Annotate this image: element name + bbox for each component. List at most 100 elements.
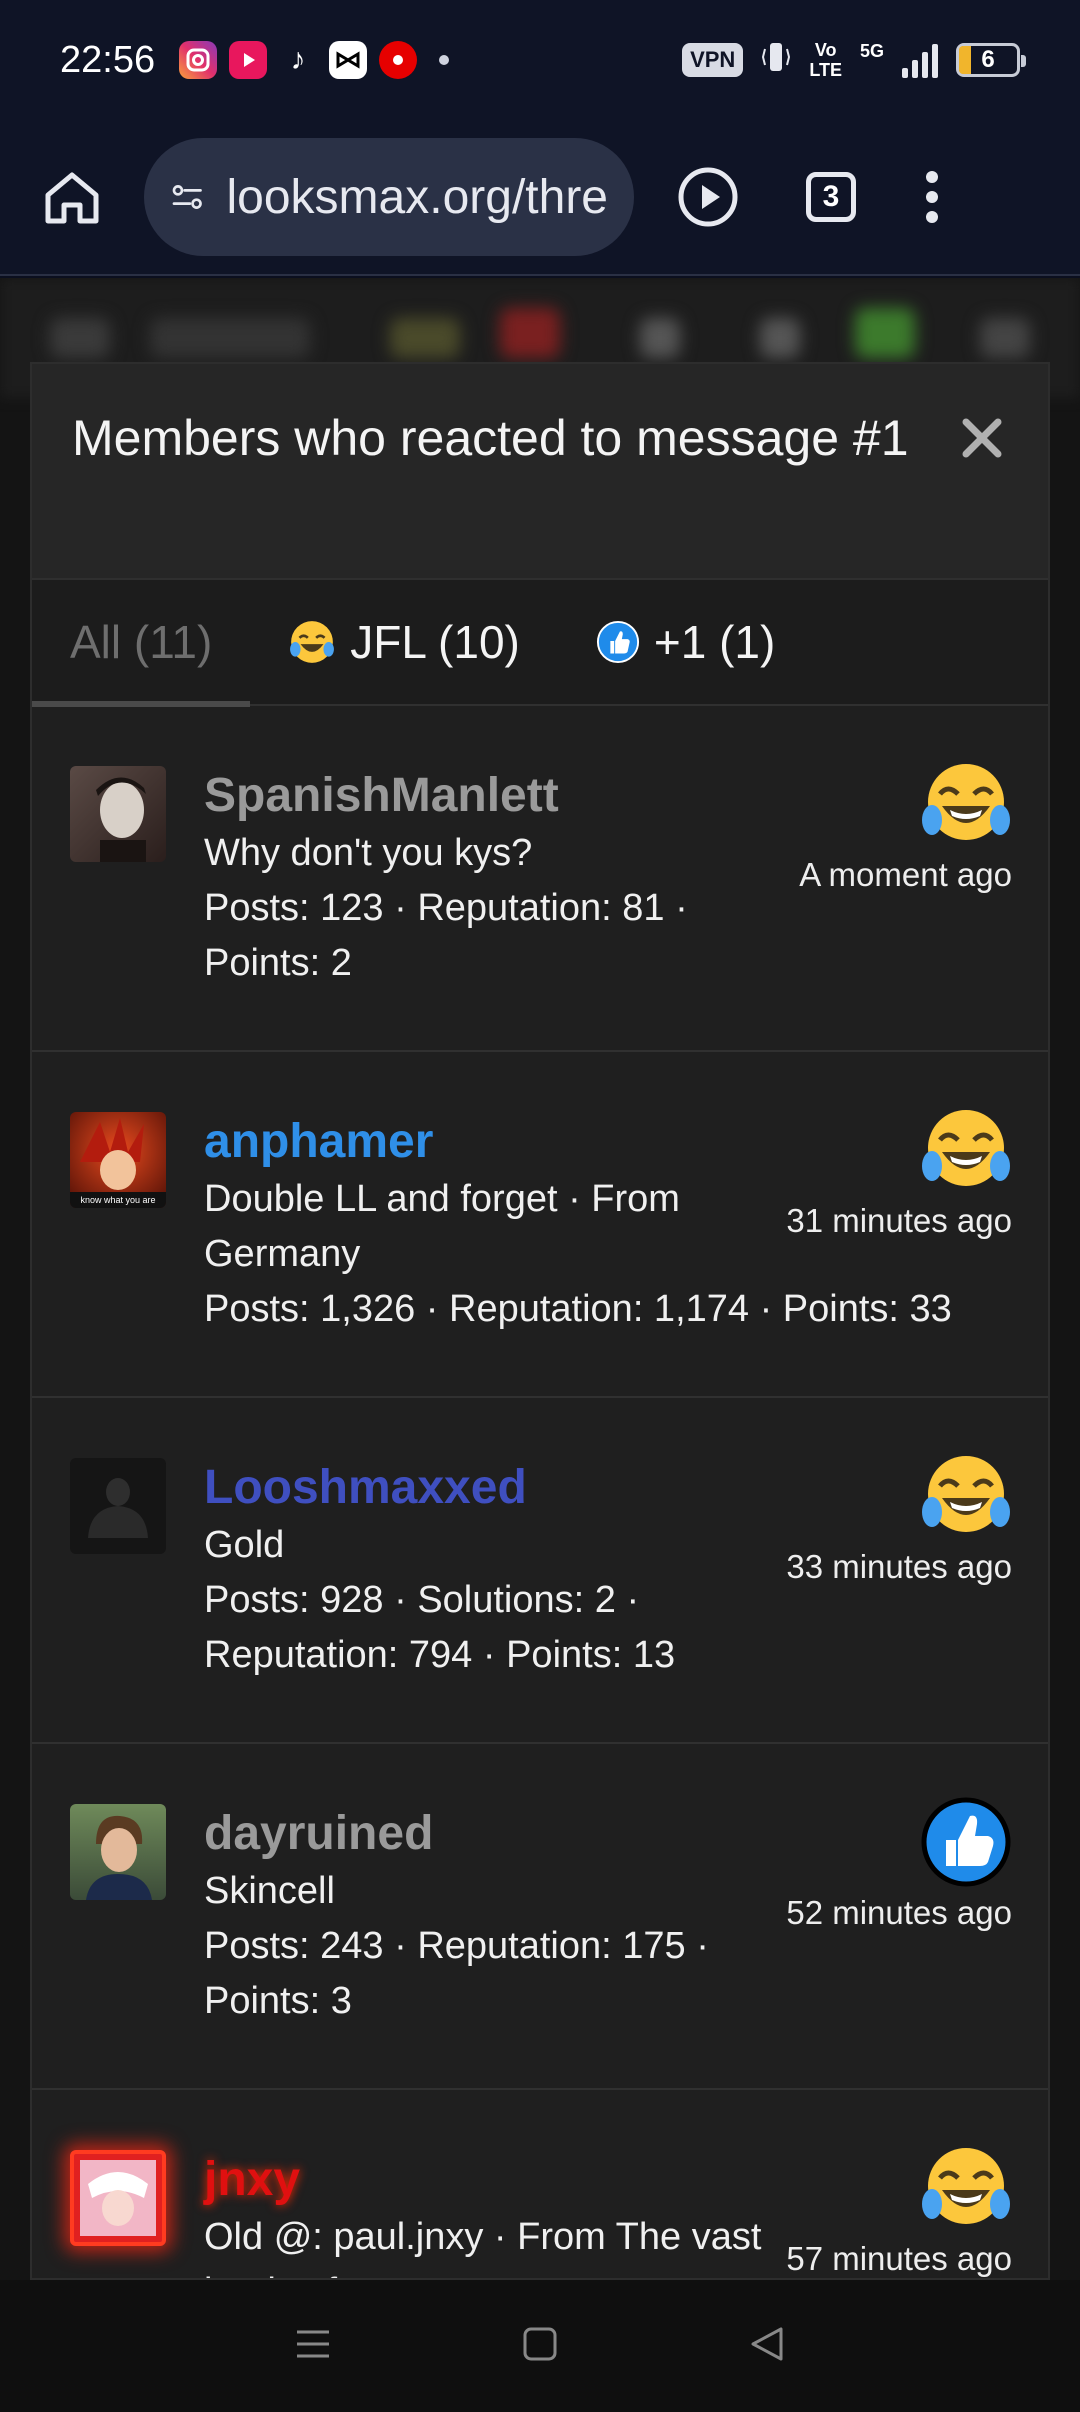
status-time: 22:56 [60, 38, 156, 81]
blurred-item [980, 318, 1030, 358]
menu-button[interactable] [922, 167, 942, 227]
recents-button[interactable] [293, 2324, 333, 2369]
reaction-meta: 31 minutes ago [752, 1104, 1012, 1240]
recents-icon [297, 2330, 330, 2357]
crying-laughing-emoji-icon [922, 1110, 1010, 1186]
reaction-time: 33 minutes ago [786, 1548, 1012, 1585]
avatar-caption: know what you are [80, 1195, 155, 1205]
blurred-item [760, 318, 800, 358]
battery-icon: 6 [956, 43, 1026, 77]
tab-plus-one[interactable]: +1 (1) [558, 579, 813, 705]
member-info: jnxy Old @: paul.jnxy · From The vast la… [204, 2150, 764, 2278]
reaction-meta: 57 minutes ago [752, 2142, 1012, 2278]
play-button[interactable] [676, 165, 740, 229]
blurred-item [500, 308, 560, 358]
home-button[interactable] [40, 165, 104, 229]
reaction-meta: A moment ago [752, 758, 1012, 894]
volte-indicator: Vo LTE [809, 40, 842, 80]
tab-all-label: All (11) [70, 616, 213, 668]
crying-laughing-emoji-icon [922, 1456, 1010, 1532]
member-info: anphamer Double LL and forget · From Ger… [204, 1112, 952, 1396]
instagram-icon [179, 41, 218, 79]
member-row: jnxy Old @: paul.jnxy · From The vast la… [32, 2090, 1048, 2278]
avatar[interactable] [70, 2150, 166, 2246]
reaction-meta: 52 minutes ago [752, 1796, 1012, 1932]
member-title: Skincell [204, 1870, 335, 1912]
reaction-tabs: All (11) JFL (10) +1 (1) [32, 579, 1048, 707]
tab-jfl-label: JFL (10) [350, 616, 520, 668]
modal-title: Members who reacted to message #1 [72, 410, 909, 466]
member-stats: Posts: 123 · Reputation: 81 · [204, 887, 688, 929]
network-type: 5G [859, 41, 884, 61]
system-nav-bar [0, 2280, 1080, 2412]
member-name[interactable]: SpanishManlett [204, 766, 764, 826]
back-button[interactable] [747, 2324, 787, 2369]
notification-dot [439, 55, 450, 65]
reaction-time: 57 minutes ago [786, 2240, 1012, 2277]
member-stats: Posts: 243 · Reputation: 175 · [204, 1925, 709, 1967]
crying-laughing-emoji-icon [922, 2148, 1010, 2224]
tab-all[interactable]: All (11) [32, 579, 251, 707]
volte-bottom: LTE [809, 60, 842, 80]
address-bar[interactable]: looksmax.org/thre [144, 138, 634, 256]
capcut-icon [329, 41, 368, 79]
member-location: lands of [204, 2265, 764, 2278]
home-nav-button[interactable] [520, 2324, 560, 2369]
tab-count: 3 [806, 172, 856, 222]
blurred-menu [50, 318, 110, 358]
home-icon [45, 172, 99, 224]
member-stats: Points: 2 [204, 942, 352, 984]
reaction-time: 31 minutes ago [786, 1202, 1012, 1239]
home-square-icon [523, 2327, 557, 2360]
blurred-logo [150, 318, 310, 358]
reaction-meta: 33 minutes ago [752, 1450, 1012, 1586]
member-title: Double LL and forget · From [204, 1178, 680, 1220]
member-name[interactable]: anphamer [204, 1112, 764, 1172]
member-name[interactable]: jnxy [204, 2150, 764, 2210]
member-title: Gold [204, 1524, 285, 1566]
modal-header: Members who reacted to message #1 [32, 364, 1048, 580]
member-title: Old @: paul.jnxy · From The vast [204, 2216, 762, 2258]
blurred-item [855, 308, 915, 358]
tab-switcher-button[interactable]: 3 [806, 172, 856, 222]
tab-jfl[interactable]: JFL (10) [250, 579, 558, 705]
close-icon [962, 418, 1002, 458]
member-row: SpanishManlett Why don't you kys? Posts:… [32, 706, 1048, 1052]
member-row: Looshmaxxed Gold Posts: 928 · Solutions:… [32, 1398, 1048, 1744]
tiktok-icon: ♪ [290, 43, 306, 76]
url-text: looksmax.org/thre [226, 170, 609, 224]
tab-plus-one-label: +1 (1) [653, 616, 776, 668]
member-stats: Points: 3 [204, 1980, 352, 2022]
browser-toolbar: looksmax.org/thre 3 [0, 120, 1080, 276]
battery-level: 6 [981, 46, 995, 73]
avatar[interactable] [70, 1804, 166, 1900]
blurred-item [640, 318, 680, 358]
site-settings-icon[interactable] [170, 171, 205, 223]
status-bar: 22:56 ♪ VPN Vo LTE 5G 6 [0, 0, 1080, 120]
member-title: Why don't you kys? [204, 832, 533, 874]
crying-laughing-emoji-icon [288, 618, 336, 666]
status-right: VPN Vo LTE 5G 6 [682, 37, 1026, 83]
youtube-music-icon [229, 41, 268, 79]
member-stats: Posts: 1,326 · Reputation: 1,174 · Point… [204, 1288, 952, 1330]
vibrate-icon [761, 37, 791, 83]
vodafone-icon [379, 41, 418, 79]
crying-laughing-emoji-icon [922, 764, 1010, 840]
thumbs-up-icon [596, 620, 640, 664]
reactions-modal: Members who reacted to message #1 All (1… [30, 362, 1050, 2280]
member-name[interactable]: Looshmaxxed [204, 1458, 764, 1518]
avatar[interactable]: know what you are [70, 1112, 166, 1208]
member-location: Germany [204, 1233, 361, 1275]
reaction-time: 52 minutes ago [786, 1894, 1012, 1931]
member-name[interactable]: dayruined [204, 1804, 764, 1864]
back-triangle-icon [751, 2327, 783, 2360]
member-info: dayruined Skincell Posts: 243 · Reputati… [204, 1804, 764, 2088]
member-stats: Reputation: 794 · Points: 13 [204, 1634, 676, 1676]
blurred-item [390, 318, 460, 358]
avatar[interactable] [70, 1458, 166, 1554]
close-button[interactable] [952, 408, 1012, 468]
member-row: dayruined Skincell Posts: 243 · Reputati… [32, 1744, 1048, 2090]
play-icon [678, 167, 738, 227]
member-info: SpanishManlett Why don't you kys? Posts:… [204, 766, 764, 1050]
avatar[interactable] [70, 766, 166, 862]
